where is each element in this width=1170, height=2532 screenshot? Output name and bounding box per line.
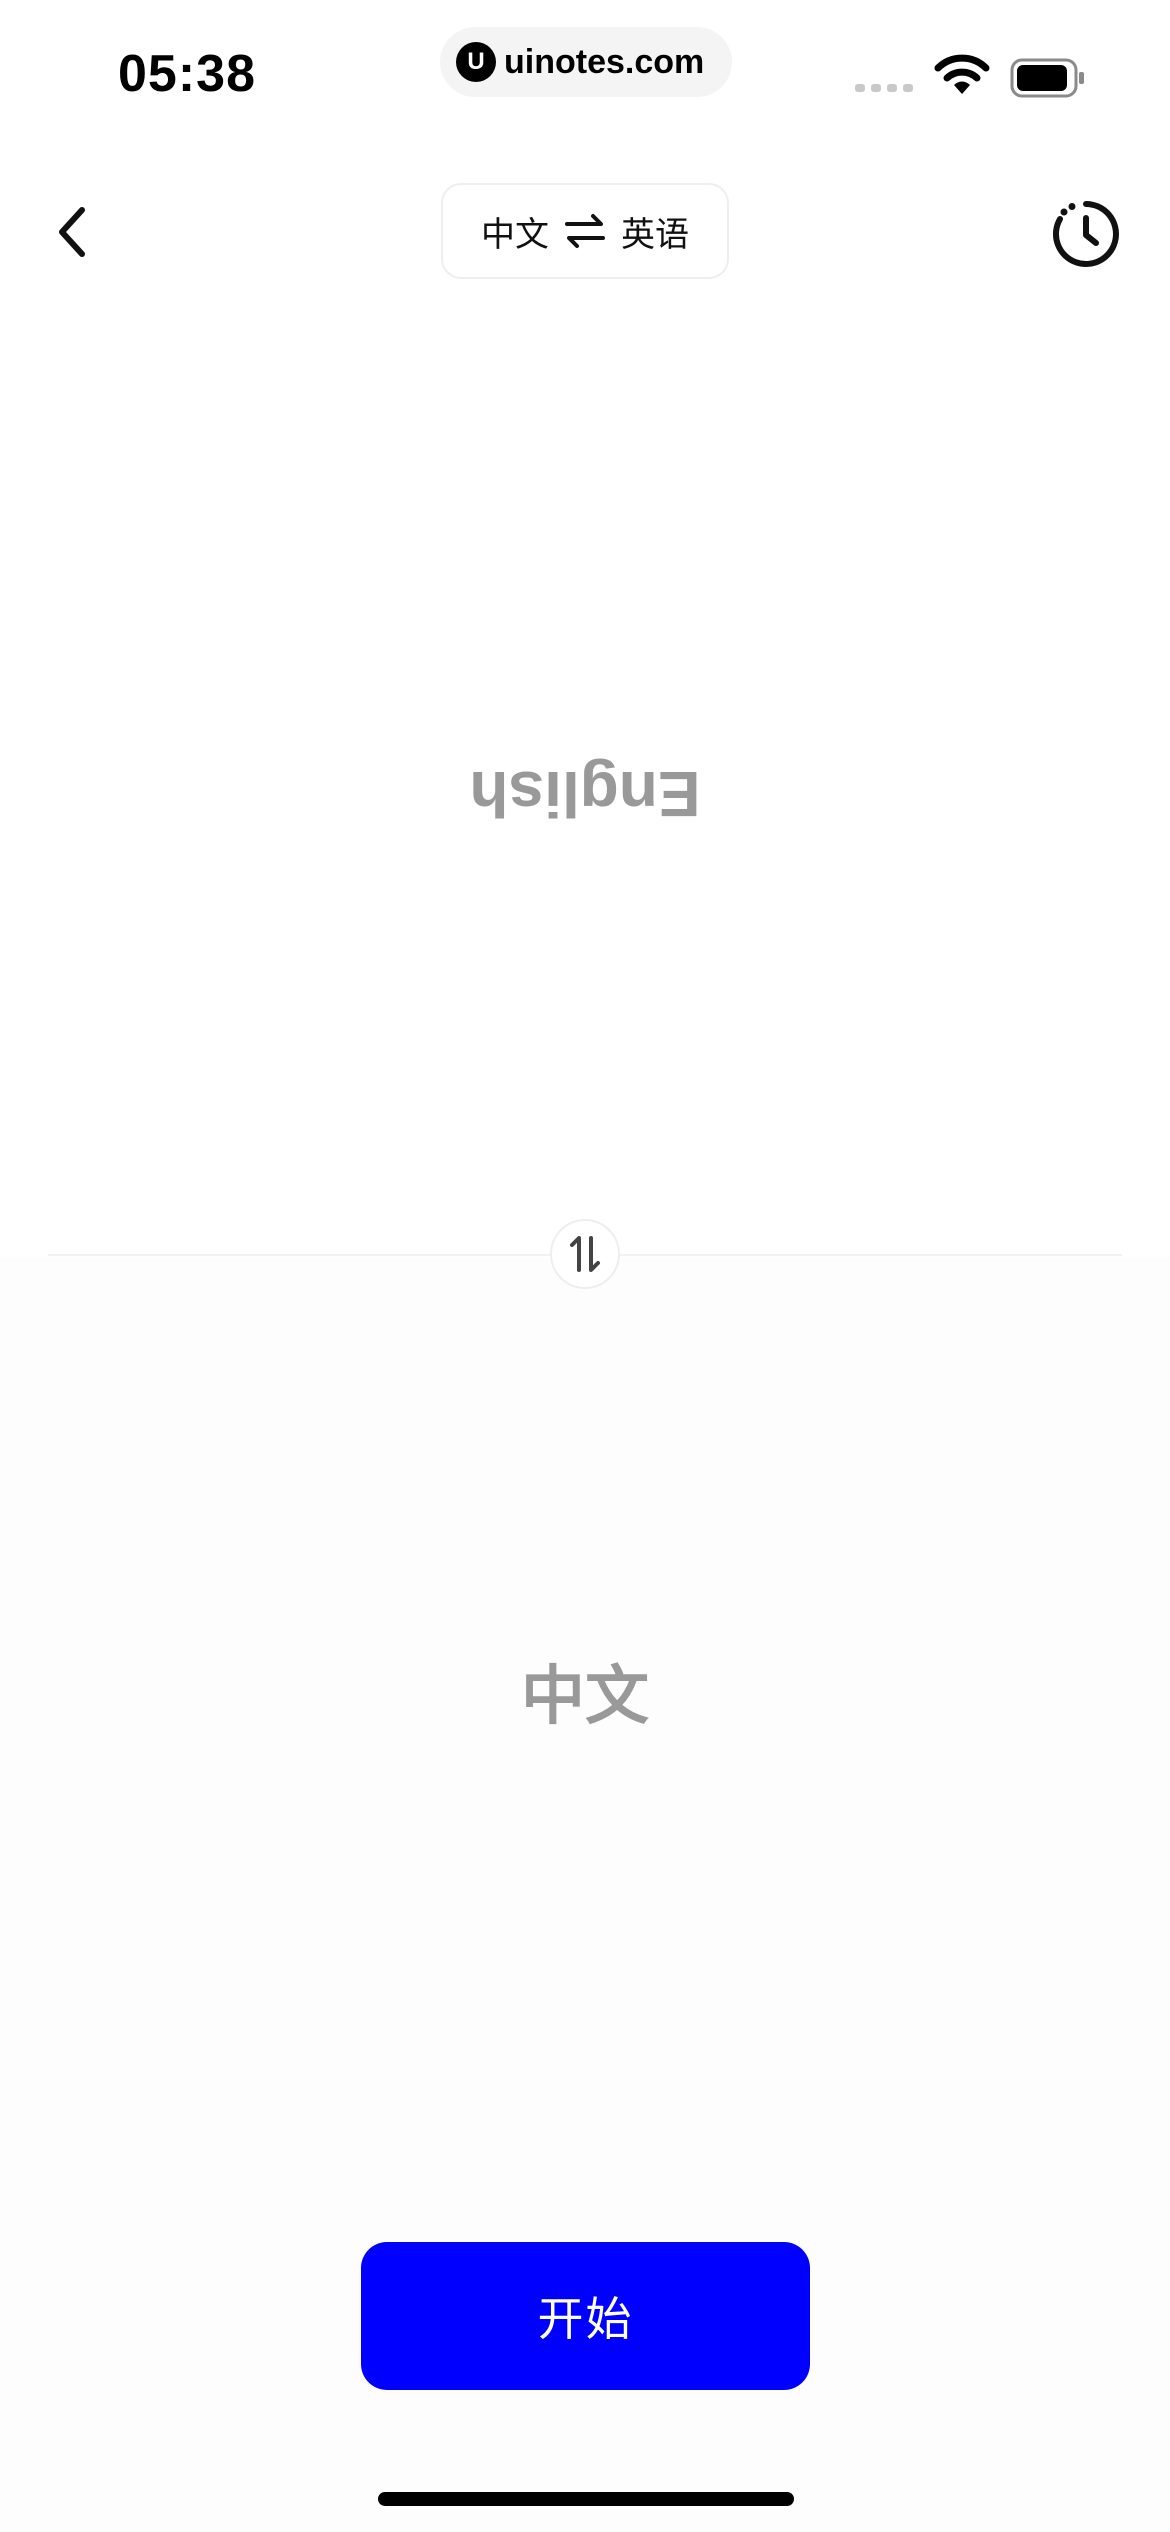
url-text: uinotes.com: [504, 42, 705, 81]
target-language-text: English: [469, 758, 701, 830]
history-clock-icon[interactable]: [1050, 198, 1122, 270]
battery-icon: [1010, 58, 1084, 98]
source-language-text: 中文: [521, 1660, 649, 1734]
start-button[interactable]: 开始: [361, 2242, 810, 2390]
home-indicator[interactable]: [378, 2492, 794, 2506]
swap-orientation-button[interactable]: [550, 1219, 620, 1289]
signal-dots-icon: [855, 84, 913, 92]
back-button[interactable]: [40, 194, 104, 270]
site-logo-icon: U: [456, 42, 496, 82]
swap-arrows-icon: [565, 214, 605, 248]
target-language-label: 英语: [621, 214, 689, 255]
language-pair-selector[interactable]: 中文 英语: [441, 183, 729, 279]
source-language-label: 中文: [481, 214, 549, 255]
chevron-left-icon: [59, 207, 85, 257]
start-button-label: 开始: [537, 2292, 634, 2346]
url-pill[interactable]: U uinotes.com: [440, 27, 732, 97]
status-time: 05:38: [118, 45, 256, 103]
wifi-icon: [934, 54, 990, 94]
swap-vertical-icon: [570, 1236, 600, 1272]
